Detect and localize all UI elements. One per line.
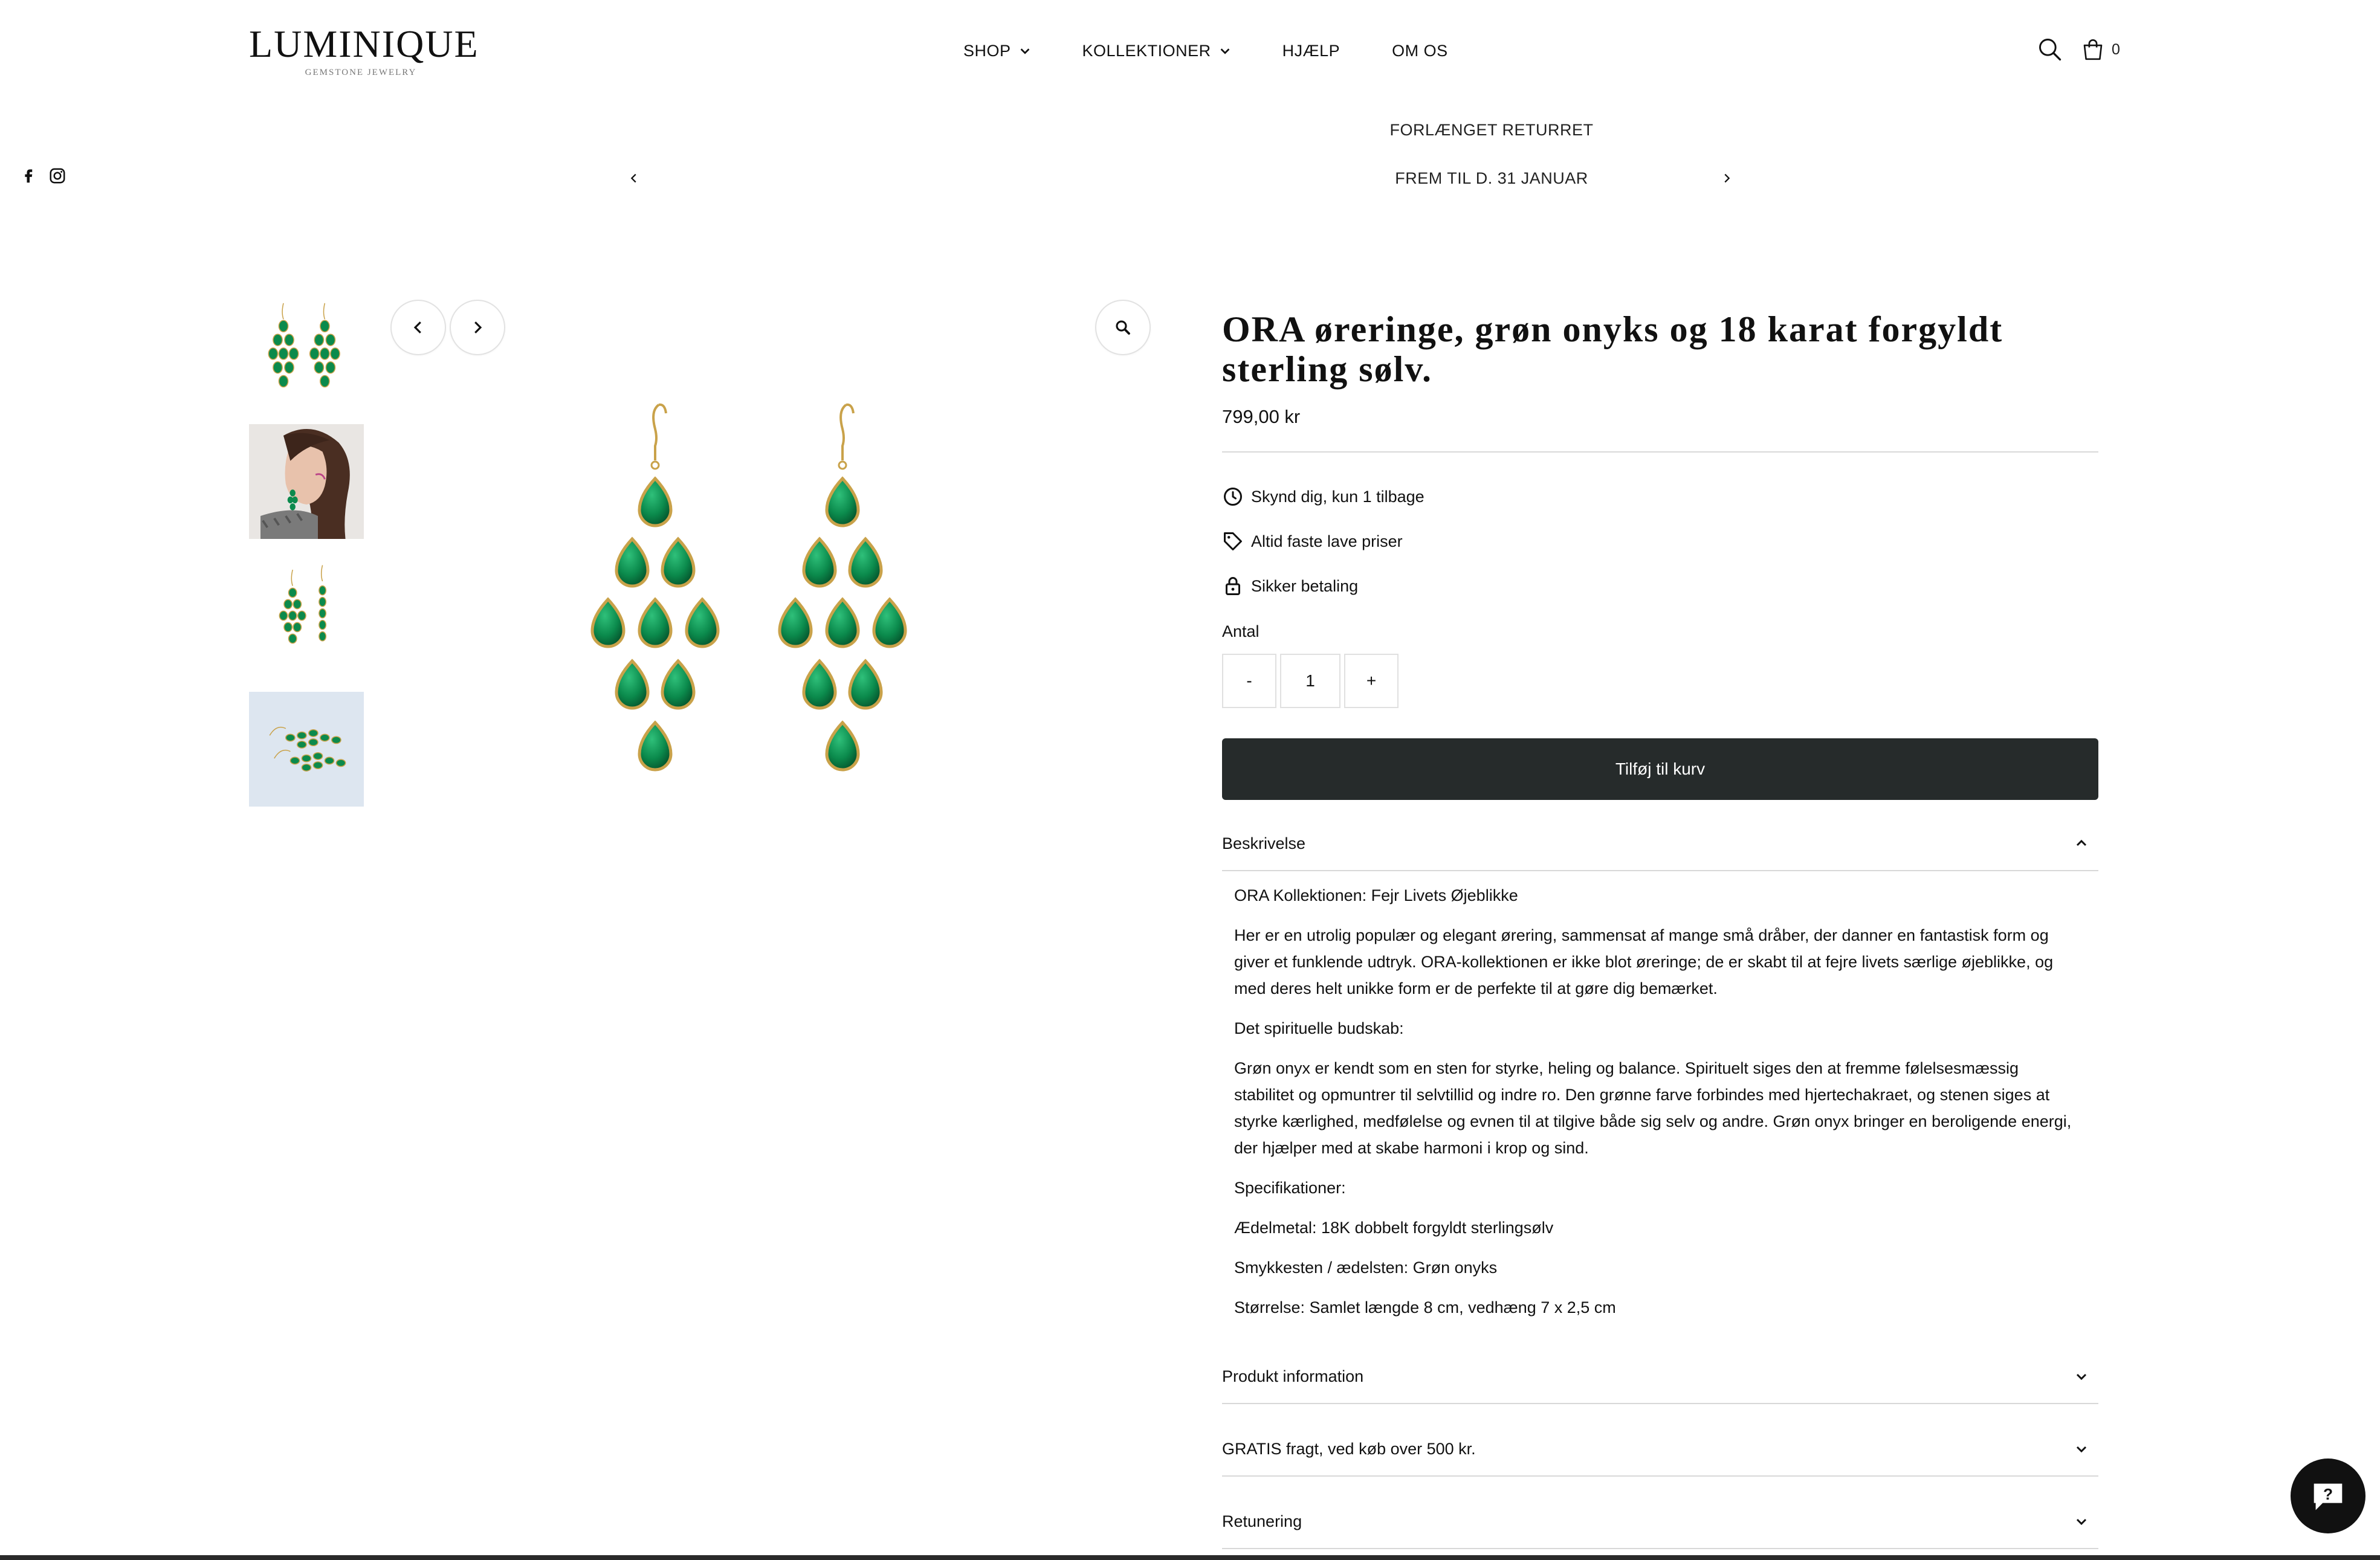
chevron-down-icon bbox=[1220, 48, 1229, 54]
feature-text: Skynd dig, kun 1 tilbage bbox=[1251, 487, 1424, 506]
zoom-icon bbox=[1116, 320, 1130, 335]
earrings-product-image bbox=[590, 403, 907, 772]
chevron-down-icon bbox=[1020, 48, 1029, 54]
nav-item-label: KOLLEKTIONER bbox=[1082, 41, 1211, 60]
gallery-thumbnail-3[interactable] bbox=[249, 558, 364, 673]
header-actions: 0 bbox=[2037, 36, 2120, 63]
announcement-line-1: FORLÆNGET RETURRET bbox=[1389, 121, 1594, 139]
nav-item-shop[interactable]: SHOP bbox=[963, 42, 1032, 60]
description-paragraph: ORA Kollektionen: Fejr Livets Øjeblikke bbox=[1234, 886, 1518, 904]
instagram-icon[interactable] bbox=[48, 167, 66, 185]
feature-prices: Altid faste lave priser bbox=[1222, 530, 1403, 552]
gallery-thumbnail-4[interactable] bbox=[249, 692, 364, 807]
earrings-lying-thumbnail-image bbox=[249, 692, 364, 807]
gallery-next-button[interactable] bbox=[450, 300, 505, 355]
add-to-cart-button[interactable]: Tilføj til kurv bbox=[1222, 738, 2098, 800]
social-links bbox=[19, 167, 77, 185]
accordion-description-header[interactable]: Beskrivelse bbox=[1222, 829, 2098, 858]
earrings-side-thumbnail-image bbox=[249, 558, 364, 673]
clock-icon bbox=[1224, 488, 1242, 506]
quantity-input[interactable]: 1 bbox=[1280, 654, 1340, 708]
accordion-shipping-header[interactable]: GRATIS fragt, ved køb over 500 kr. bbox=[1222, 1434, 2098, 1463]
product-title: ORA øreringe, grøn onyks og 18 karat for… bbox=[1222, 309, 2003, 389]
gallery-prev-button[interactable] bbox=[390, 300, 446, 355]
facebook-icon[interactable] bbox=[19, 167, 37, 185]
nav-item-label: HJÆLP bbox=[1282, 41, 1340, 60]
divider bbox=[1222, 451, 2098, 453]
brand-tagline: GEMSTONE JEWELRY bbox=[305, 68, 417, 78]
accordion-title: GRATIS fragt, ved køb over 500 kr. bbox=[1222, 1439, 1476, 1458]
chevron-up-icon bbox=[2076, 839, 2087, 846]
product-main-image[interactable] bbox=[568, 393, 955, 900]
description-paragraph: Grøn onyx er kendt som en sten for styrk… bbox=[1234, 1059, 2072, 1157]
announcement-prev-icon[interactable] bbox=[627, 172, 641, 185]
earrings-thumbnail-image bbox=[249, 301, 364, 416]
page-bottom-bar bbox=[0, 1555, 2380, 1560]
description-paragraph: Her er en utrolig populær og elegant øre… bbox=[1234, 926, 2054, 998]
brand-logo[interactable]: LUMINIQUE GEMSTONE JEWELRY bbox=[249, 22, 479, 78]
chat-button[interactable]: ? bbox=[2291, 1458, 2365, 1533]
brand-name: LUMINIQUE bbox=[249, 22, 479, 65]
nav-item-label: OM OS bbox=[1392, 41, 1448, 60]
description-paragraph: Ædelmetal: 18K dobbelt forgyldt sterling… bbox=[1234, 1219, 1554, 1237]
accordion-title: Beskrivelse bbox=[1222, 834, 1306, 853]
description-paragraph: Størrelse: Samlet længde 8 cm, vedhæng 7… bbox=[1234, 1298, 1616, 1317]
chevron-down-icon bbox=[2076, 1373, 2087, 1381]
description-paragraph: Specifikationer: bbox=[1234, 1179, 1346, 1197]
accordion-title: Retunering bbox=[1222, 1512, 1302, 1530]
description-paragraph: Smykkesten / ædelsten: Grøn onyks bbox=[1234, 1259, 1498, 1277]
feature-payment: Sikker betaling bbox=[1222, 575, 1358, 597]
svg-text:?: ? bbox=[2323, 1485, 2333, 1503]
nav-item-label: SHOP bbox=[963, 41, 1011, 60]
add-to-cart-label: Tilføj til kurv bbox=[1615, 759, 1706, 778]
feature-text: Sikker betaling bbox=[1251, 576, 1359, 595]
accordion-returns-header[interactable]: Retunering bbox=[1222, 1507, 2098, 1536]
quantity-decrease-button[interactable]: - bbox=[1222, 654, 1276, 708]
chat-icon: ? bbox=[2314, 1483, 2343, 1510]
divider bbox=[1222, 870, 2098, 871]
divider bbox=[1222, 1548, 2098, 1549]
nav-item-om-os[interactable]: OM OS bbox=[1392, 42, 1448, 60]
shopping-bag-icon[interactable] bbox=[2080, 37, 2106, 62]
cart-count[interactable]: 0 bbox=[2112, 41, 2120, 59]
announcement-next-icon[interactable] bbox=[1720, 172, 1733, 185]
accordion-product-info-header[interactable]: Produkt information bbox=[1222, 1362, 2098, 1391]
chevron-right-icon bbox=[474, 321, 482, 334]
model-thumbnail-image bbox=[249, 424, 364, 539]
divider bbox=[1222, 1475, 2098, 1477]
chevron-down-icon bbox=[2076, 1518, 2087, 1526]
tag-icon bbox=[1224, 532, 1242, 550]
zoom-button[interactable] bbox=[1095, 300, 1151, 355]
nav-item-hjaelp[interactable]: HJÆLP bbox=[1282, 42, 1340, 60]
product-price: 799,00 kr bbox=[1222, 406, 1301, 427]
main-nav: SHOP KOLLEKTIONER HJÆLP OM OS bbox=[963, 37, 1448, 64]
quantity-label: Antal bbox=[1222, 622, 1260, 640]
description-paragraph: Det spirituelle budskab: bbox=[1234, 1019, 1404, 1037]
announcement-line-2: FREM TIL D. 31 JANUAR bbox=[1395, 169, 1588, 187]
lock-icon bbox=[1226, 577, 1240, 595]
feature-stock: Skynd dig, kun 1 tilbage bbox=[1222, 486, 1424, 508]
feature-text: Altid faste lave priser bbox=[1251, 532, 1403, 550]
chevron-down-icon bbox=[2076, 1446, 2087, 1453]
nav-item-kollektioner[interactable]: KOLLEKTIONER bbox=[1082, 42, 1232, 60]
gallery-thumbnail-1[interactable] bbox=[249, 301, 364, 416]
description-content: ORA Kollektionen: Fejr Livets Øjeblikke … bbox=[1234, 882, 2080, 1334]
gallery-thumbnail-2[interactable] bbox=[249, 424, 364, 539]
search-icon[interactable] bbox=[2037, 36, 2063, 63]
divider bbox=[1222, 1403, 2098, 1404]
quantity-increase-button[interactable]: + bbox=[1344, 654, 1399, 708]
chevron-left-icon bbox=[413, 321, 421, 334]
accordion-title: Produkt information bbox=[1222, 1367, 1364, 1385]
